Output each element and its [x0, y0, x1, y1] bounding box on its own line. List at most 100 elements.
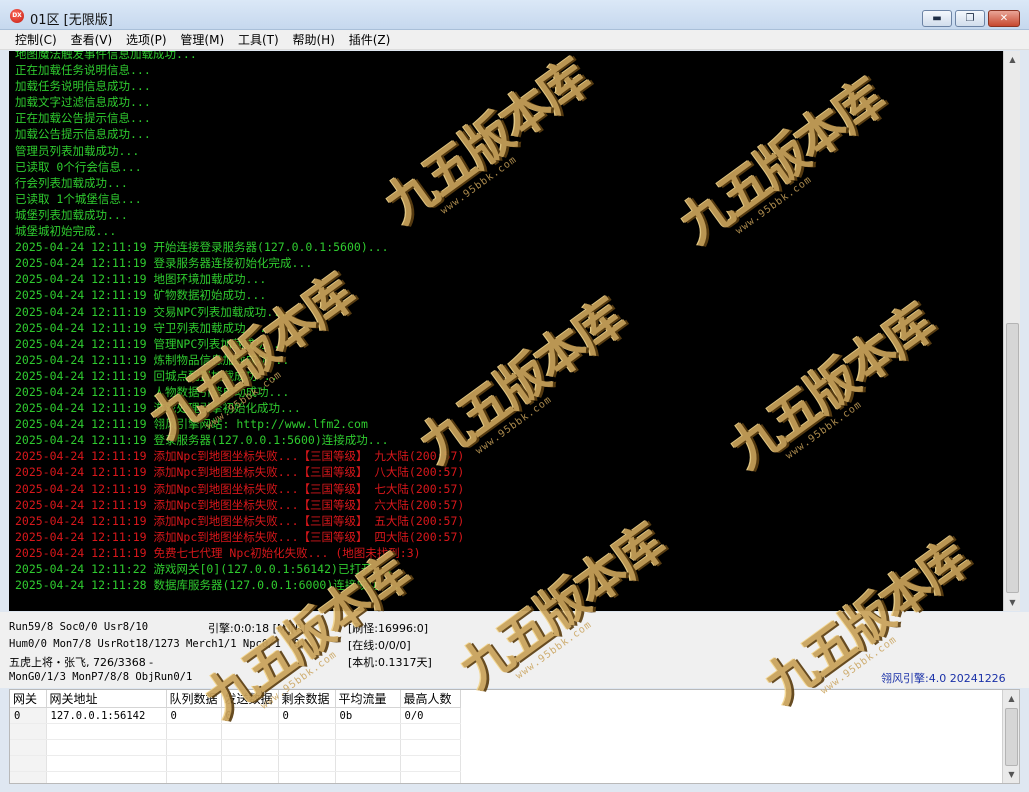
table-cell: [335, 723, 401, 740]
log-line: 加载文字过滤信息成功...: [15, 95, 151, 110]
table-cell: [400, 723, 461, 740]
log-line: 城堡列表加载成功...: [15, 207, 128, 222]
log-line: 管理员列表加载成功...: [15, 143, 140, 158]
log-line: 2025-04-24 12:11:19 添加Npc到地图坐标失败...【三国等级…: [15, 481, 465, 496]
column-header-avg-traffic[interactable]: 平均流量: [335, 690, 401, 708]
table-cell: [46, 739, 167, 756]
log-line: 已读取 0个行会信息...: [15, 159, 142, 174]
table-row[interactable]: [10, 739, 461, 756]
table-cell: 0: [166, 707, 222, 724]
status-current-player: 五虎上将・张飞, 726/3368 -: [9, 656, 154, 669]
log-line: 2025-04-24 12:11:19 免费七七代理 Npc初始化失败... (…: [15, 545, 421, 560]
log-line: 2025-04-24 12:11:19 回城点配置加载成功...: [15, 368, 278, 383]
table-cell: [221, 723, 279, 740]
gateway-table-panel[interactable]: 网关 网关地址 队列数据 发送数据 剩余数据 平均流量 最高人数 0 127.0.…: [9, 689, 1020, 784]
log-console[interactable]: 地图魔法触发事件信息加载成功... 正在加载任务说明信息... 加载任务说明信息成功…: [9, 51, 1003, 611]
close-button[interactable]: ✕: [988, 10, 1020, 27]
menu-plugins[interactable]: 插件(Z): [344, 30, 396, 50]
log-line: 加载公告提示信息成功...: [15, 127, 151, 142]
log-line: 2025-04-24 12:11:19 开始连接登录服务器(127.0.0.1:…: [15, 240, 389, 255]
table-cell: [400, 739, 461, 756]
gateway-table-body: 0 127.0.0.1:56142 0 0 0 0b 0/0: [10, 707, 461, 783]
log-line: 2025-04-24 12:11:19 添加Npc到地图坐标失败...【三国等级…: [15, 529, 465, 544]
table-cell: [278, 755, 336, 772]
table-cell: [278, 723, 336, 740]
log-scroll-thumb[interactable]: [1006, 323, 1019, 593]
status-local-uptime: [本机:0.1317天]: [348, 656, 432, 669]
gateway-table: 网关 网关地址 队列数据 发送数据 剩余数据 平均流量 最高人数 0 127.0.…: [10, 690, 461, 783]
table-cell: [166, 771, 222, 783]
table-row[interactable]: 0 127.0.0.1:56142 0 0 0 0b 0/0: [10, 707, 461, 724]
menu-options[interactable]: 选项(P): [121, 30, 172, 50]
table-cell: [10, 771, 47, 783]
table-cell: [400, 755, 461, 772]
table-scrollbar[interactable]: ▲ ▼: [1002, 690, 1019, 783]
window-frame-bottom: [0, 784, 1029, 792]
maximize-button[interactable]: ❐: [955, 10, 985, 27]
table-cell: [221, 739, 279, 756]
column-header-sent[interactable]: 发送数据: [221, 690, 279, 708]
log-line: 2025-04-24 12:11:19 人物数据引擎启动成功...: [15, 384, 290, 399]
table-cell: [221, 755, 279, 772]
table-cell: 0: [10, 707, 47, 724]
status-engine-state: 引擎:0:0:18 [M][P]: [208, 622, 306, 635]
table-scroll-down-icon[interactable]: ▼: [1006, 769, 1017, 780]
log-line: 2025-04-24 12:11:19 登录服务器连接初始化完成...: [15, 256, 313, 271]
status-online: [在线:0/0/0]: [348, 639, 411, 652]
log-line: 2025-04-24 12:11:22 游戏网关[0](127.0.0.1:56…: [15, 562, 394, 576]
column-header-queue[interactable]: 队列数据: [166, 690, 222, 708]
menu-help[interactable]: 帮助(H): [288, 30, 340, 50]
log-line: 2025-04-24 12:11:28 数据库服务器(127.0.0.1:600…: [15, 578, 401, 593]
menu-tools[interactable]: 工具(T): [233, 30, 284, 50]
menu-manage[interactable]: 管理(M): [175, 30, 229, 50]
table-cell: 0/0: [400, 707, 461, 724]
log-line: 2025-04-24 12:11:19 游戏处理引擎初始化成功...: [15, 401, 301, 416]
status-run-counters: Run59/8 Soc0/0 Usr8/10: [9, 621, 149, 633]
column-header-address[interactable]: 网关地址: [46, 690, 167, 708]
table-cell: [335, 771, 401, 783]
log-line: 2025-04-24 12:11:19 管理NPC列表加载成功...: [15, 336, 288, 351]
log-line: 2025-04-24 12:11:19 交易NPC列表加载成功...: [15, 304, 288, 319]
table-row[interactable]: [10, 771, 461, 783]
log-line: 2025-04-24 12:11:19 添加Npc到地图坐标失败...【三国等级…: [15, 449, 465, 464]
table-header-row: 网关 网关地址 队列数据 发送数据 剩余数据 平均流量 最高人数: [10, 690, 461, 708]
log-line: 行会列表加载成功...: [15, 175, 128, 190]
table-row[interactable]: [10, 755, 461, 772]
status-refresh-monsters: [刷怪:16996:0]: [348, 622, 428, 635]
log-line: 2025-04-24 12:11:19 添加Npc到地图坐标失败...【三国等级…: [15, 497, 465, 512]
app-logo-icon[interactable]: DX: [10, 9, 24, 23]
title-bar[interactable]: DX 01区 [无限版] ▬ ❐ ✕: [0, 0, 1029, 30]
engine-version: 翎风引擎:4.0 20241226: [881, 672, 1006, 685]
table-scroll-up-icon[interactable]: ▲: [1006, 693, 1017, 704]
table-cell: [46, 723, 167, 740]
table-cell: [10, 755, 47, 772]
log-line: 2025-04-24 12:11:19 炼制物品信息加载成功...: [15, 352, 290, 367]
table-row[interactable]: [10, 723, 461, 740]
table-cell: [221, 771, 279, 783]
menu-view[interactable]: 查看(V): [66, 30, 118, 50]
column-header-max-users[interactable]: 最高人数: [400, 690, 461, 708]
table-cell: 0: [278, 707, 336, 724]
column-header-remaining[interactable]: 剩余数据: [278, 690, 336, 708]
table-cell: 127.0.0.1:56142: [46, 707, 167, 724]
scroll-up-icon[interactable]: ▲: [1007, 54, 1018, 65]
column-header-gateway[interactable]: 网关: [10, 690, 47, 708]
log-line: 已读取 1个城堡信息...: [15, 191, 142, 206]
table-cell: [166, 739, 222, 756]
table-scroll-thumb[interactable]: [1005, 708, 1018, 766]
table-cell: [278, 739, 336, 756]
log-line: 地图魔法触发事件信息加载成功...: [15, 51, 197, 61]
minimize-button[interactable]: ▬: [922, 10, 952, 27]
table-cell: [400, 771, 461, 783]
menu-control[interactable]: 控制(C): [10, 30, 62, 50]
log-scrollbar[interactable]: ▲ ▼: [1003, 51, 1020, 611]
scroll-down-icon[interactable]: ▼: [1007, 597, 1018, 608]
table-cell: 0: [221, 707, 279, 724]
log-line: 2025-04-24 12:11:19 守卫列表加载成功...: [15, 320, 267, 335]
log-line: 2025-04-24 12:11:19 添加Npc到地图坐标失败...【三国等级…: [15, 513, 465, 528]
menu-bar: 控制(C) 查看(V) 选项(P) 管理(M) 工具(T) 帮助(H) 插件(Z…: [0, 30, 1029, 50]
table-cell: [46, 771, 167, 783]
table-cell: [335, 755, 401, 772]
log-line: 2025-04-24 12:11:19 翎风引擎网站: http://www.l…: [15, 417, 368, 432]
table-cell: [46, 755, 167, 772]
